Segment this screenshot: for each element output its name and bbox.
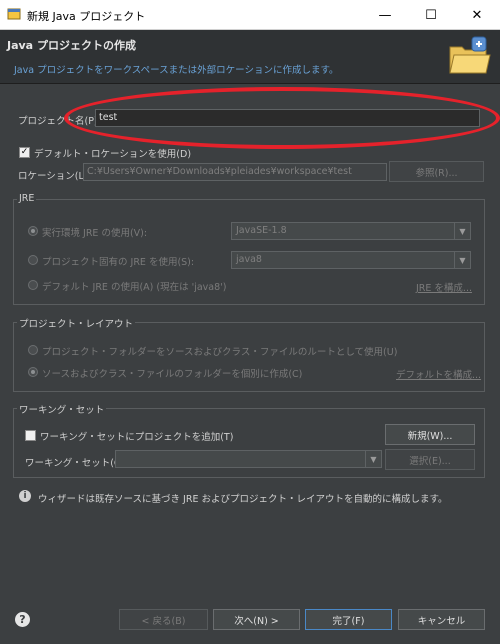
wizard-header: Java プロジェクトの作成 Java プロジェクトをワークスペースまたは外部ロ… <box>0 30 500 83</box>
default-location-label: デフォルト・ロケーションを使用(D) <box>34 149 192 160</box>
working-sets-group-label: ワーキング・セット <box>17 402 107 416</box>
wizard-title: Java プロジェクトの作成 <box>7 39 136 52</box>
red-highlight-ellipse <box>64 87 500 149</box>
help-icon[interactable]: ? <box>15 612 30 627</box>
layout-separate-label: ソースおよびクラス・ファイルのフォルダーを個別に作成(C) <box>42 369 303 380</box>
info-text: ウィザードは既存ソースに基づき JRE およびプロジェクト・レイアウトを自動的に… <box>38 494 448 505</box>
wizard-subtitle: Java プロジェクトをワークスペースまたは外部ロケーションに作成します。 <box>14 65 339 76</box>
working-set-select-label: ワーキング・セット(O): <box>25 458 129 469</box>
cancel-button[interactable]: キャンセル <box>398 609 485 630</box>
location-label: ロケーション(L): <box>18 171 91 182</box>
select-working-set-button[interactable]: 選択(E)... <box>385 449 475 470</box>
chevron-down-icon: ▼ <box>365 451 381 467</box>
project-layout-group-label: プロジェクト・レイアウト <box>17 316 136 330</box>
jre-group-label: JRE <box>17 193 37 204</box>
next-button[interactable]: 次へ(N) > <box>213 609 300 630</box>
jre-project-radio[interactable] <box>28 255 38 265</box>
new-project-wizard-icon <box>449 36 491 74</box>
location-input[interactable]: C:¥Users¥Owner¥Downloads¥pleiades¥worksp… <box>83 163 387 181</box>
jre-project-select[interactable]: java8 ▼ <box>231 251 471 269</box>
chevron-down-icon: ▼ <box>454 252 470 268</box>
add-to-working-set-label: ワーキング・セットにプロジェクトを追加(T) <box>40 432 234 443</box>
layout-root-radio[interactable] <box>28 345 38 355</box>
header-separator <box>0 83 500 84</box>
title-bar: 新規 Java プロジェクト — ☐ ✕ <box>0 0 500 30</box>
close-button[interactable]: ✕ <box>454 0 500 30</box>
working-set-select[interactable]: ▼ <box>115 450 382 468</box>
jre-env-radio[interactable] <box>28 226 38 236</box>
info-icon: i <box>19 490 31 502</box>
window-title: 新規 Java プロジェクト <box>27 10 146 23</box>
browse-button[interactable]: 参照(R)... <box>389 161 484 182</box>
chevron-down-icon: ▼ <box>454 223 470 239</box>
finish-button[interactable]: 完了(F) <box>305 609 392 630</box>
configure-jres-link[interactable]: JRE を構成... <box>416 280 472 294</box>
jre-project-label: プロジェクト固有の JRE を使用(S): <box>42 257 195 268</box>
eclipse-app-icon <box>7 8 21 20</box>
layout-separate-radio[interactable] <box>28 367 38 377</box>
jre-env-select-value: JavaSE-1.8 <box>236 225 287 236</box>
layout-root-label: プロジェクト・フォルダーをソースおよびクラス・ファイルのルートとして使用(U) <box>42 347 398 358</box>
new-working-set-button[interactable]: 新規(W)... <box>385 424 475 445</box>
configure-default-link[interactable]: デフォルトを構成... <box>396 367 481 381</box>
jre-project-select-value: java8 <box>236 254 262 265</box>
back-button[interactable]: < 戻る(B) <box>119 609 208 630</box>
jre-env-label: 実行環境 JRE の使用(V): <box>42 228 148 239</box>
jre-default-radio[interactable] <box>28 280 38 290</box>
jre-env-select[interactable]: JavaSE-1.8 ▼ <box>231 222 471 240</box>
maximize-button[interactable]: ☐ <box>408 0 454 30</box>
jre-default-label: デフォルト JRE の使用(A) (現在は 'java8') <box>42 282 227 293</box>
add-to-working-set-checkbox[interactable] <box>25 430 36 441</box>
minimize-button[interactable]: — <box>362 0 408 30</box>
default-location-checkbox[interactable]: ✓ <box>19 147 30 158</box>
